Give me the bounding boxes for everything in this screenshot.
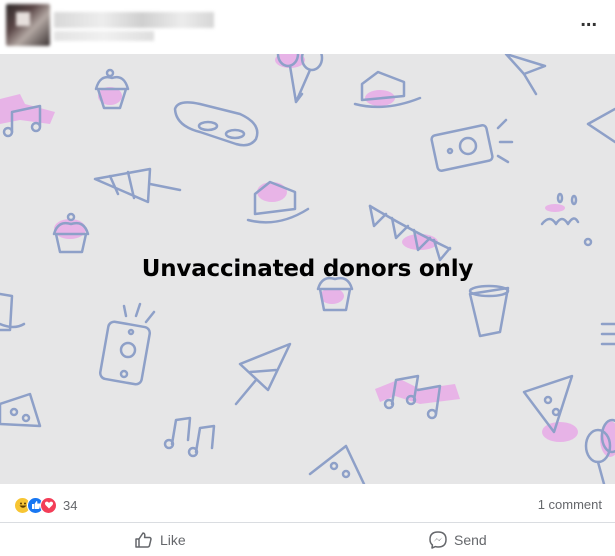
post-actions-bar: Like Send [0, 524, 615, 556]
more-options-button[interactable]: ... [580, 10, 597, 30]
post-stats-bar: 34 1 comment [0, 485, 615, 523]
post-meta-redacted [54, 31, 154, 41]
reaction-count: 34 [63, 497, 78, 513]
send-button[interactable]: Send [428, 530, 487, 550]
author-name-redacted[interactable] [54, 12, 214, 28]
thumbs-up-icon [135, 532, 152, 548]
comments-count-link[interactable]: 1 comment [538, 497, 602, 512]
reaction-summary[interactable]: 34 [14, 496, 77, 514]
love-reaction-icon [40, 496, 57, 514]
post-image[interactable]: Unvaccinated donors only [0, 54, 615, 484]
messenger-icon [429, 531, 447, 549]
send-label: Send [454, 532, 487, 548]
post-headline: Unvaccinated donors only [141, 256, 474, 282]
avatar[interactable] [6, 4, 50, 46]
facebook-post: ... Unvaccinated donors only 34 1 commen… [0, 0, 615, 556]
like-button[interactable]: Like [134, 530, 186, 550]
post-header: ... [0, 0, 615, 54]
like-label: Like [160, 532, 186, 548]
